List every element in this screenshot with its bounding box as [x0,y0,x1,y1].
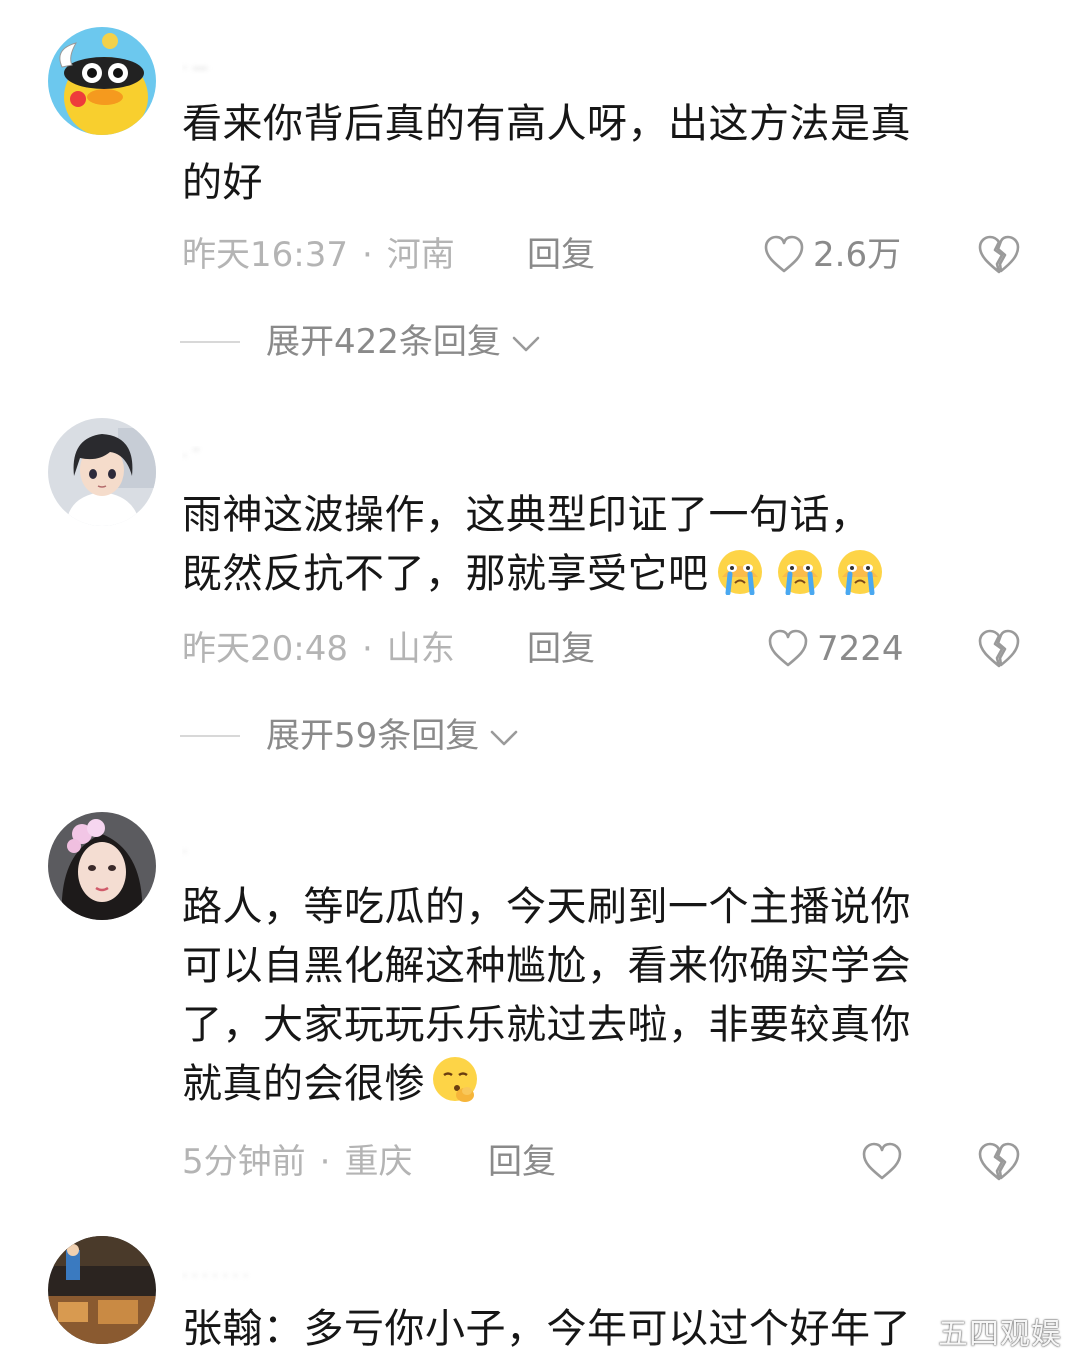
divider-line [180,735,240,737]
dislike-button[interactable] [977,628,1021,672]
comment-time: 5分钟前 [182,1142,306,1182]
divider-line [180,341,240,343]
heart-outline-icon [768,629,808,667]
crying-emoji-icon [831,547,889,612]
comment-meta: 5分钟前 · 重庆 [182,1142,413,1182]
like-button[interactable] [861,1137,911,1187]
username[interactable]: · · · · · · · [182,1266,442,1286]
shushing-emoji-icon [427,1055,485,1122]
heart-outline-icon [862,1142,902,1180]
comment-location: 河南 [386,235,455,275]
reply-button[interactable]: 回复 [527,230,595,280]
comment-location: 重庆 [344,1142,413,1182]
like-button[interactable]: 2.6万 [763,230,901,280]
comment-text: 雨神这波操作，这典型印证了一句话， 既然反抗不了，那就享受它吧 [182,486,1002,612]
comment-time: 昨天20:48 [182,629,348,669]
like-count: 7224 [817,629,904,669]
user-avatar[interactable] [48,1236,156,1344]
avatar-duck-icon [48,27,156,135]
broken-heart-icon [978,629,1020,668]
like-count: 2.6万 [813,235,902,275]
username[interactable]: · — [182,58,442,78]
broken-heart-icon [978,235,1020,274]
username[interactable]: · [182,842,442,862]
chevron-down-icon [512,336,540,352]
user-avatar[interactable] [48,812,156,920]
avatar-photo-icon [48,1236,156,1344]
username[interactable]: · ˜ [182,446,442,466]
heart-outline-icon [764,235,804,273]
crying-emoji-icon [711,547,769,612]
comment-item: · — 看来你背后真的有高人呀，出这方法是真 的好 昨天16:37 · 河南 回复 … [0,0,1080,390]
comment-item: · ˜ 雨神这波操作，这典型印证了一句话， 既然反抗不了，那就享受它吧 昨天20… [0,390,1080,790]
comment-text: 看来你背后真的有高人呀，出这方法是真 的好 [182,101,911,206]
dislike-button[interactable] [977,1141,1021,1185]
chevron-down-icon [490,730,518,746]
comment-meta: 昨天16:37 · 河南 [182,235,455,275]
dislike-button[interactable] [977,234,1021,278]
user-avatar[interactable] [48,418,156,526]
comment-text: 路人，等吃瓜的，今天刷到一个主播说你 可以自黑化解这种尴尬，看来你确实学会 了，… [182,878,1002,1122]
avatar-anime-icon [48,418,156,526]
reply-button[interactable]: 回复 [527,624,595,674]
comment-item: · 路人，等吃瓜的，今天刷到一个主播说你 可以自黑化解这种尴尬，看来你确实学会 … [0,790,1080,1220]
expand-replies-button[interactable]: 展开59条回复 [180,711,519,761]
avatar-portrait-icon [48,812,156,920]
comment-time: 昨天16:37 [182,235,348,275]
comment-text: 张翰：多亏你小子，今年可以过个好年了 [182,1306,911,1352]
watermark: 五四观娱 [938,1317,1062,1352]
expand-replies-button[interactable]: 展开422条回复 [180,317,541,367]
user-avatar[interactable] [48,27,156,135]
comment-item: · · · · · · · 张翰：多亏你小子，今年可以过个好年了 [0,1220,1080,1369]
broken-heart-icon [978,1142,1020,1181]
reply-button[interactable]: 回复 [488,1137,556,1187]
comment-location: 山东 [386,629,455,669]
like-button[interactable]: 7224 [767,624,904,674]
crying-emoji-icon [771,547,829,612]
comment-meta: 昨天20:48 · 山东 [182,629,455,669]
